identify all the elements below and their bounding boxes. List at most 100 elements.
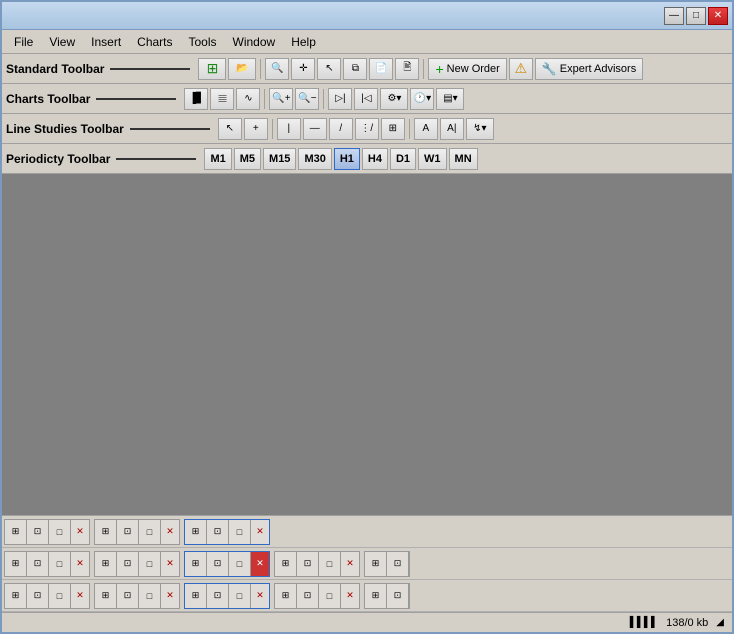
tab-icon-6c[interactable]: □: [229, 552, 251, 576]
tab-icon-6a[interactable]: ⊞: [185, 552, 207, 576]
tab-icon-3c[interactable]: □: [229, 520, 251, 544]
tab-icon-10b[interactable]: ⊡: [117, 584, 139, 608]
text-btn[interactable]: A: [414, 118, 438, 140]
tab-close-10[interactable]: ✕: [161, 584, 179, 608]
alert-btn[interactable]: ⚠: [509, 58, 533, 80]
label-btn[interactable]: A|: [440, 118, 464, 140]
period-m15[interactable]: M15: [263, 148, 296, 170]
tab-icon-1b[interactable]: ⊡: [27, 520, 49, 544]
tab-close-12[interactable]: ✕: [341, 584, 359, 608]
tab-icon-6b[interactable]: ⊡: [207, 552, 229, 576]
vline-btn[interactable]: |: [277, 118, 301, 140]
crosshair2-btn[interactable]: +: [244, 118, 268, 140]
period-m1[interactable]: M1: [204, 148, 231, 170]
tab-icon-13b[interactable]: ⊡: [387, 584, 409, 608]
grid-btn[interactable]: ⊞: [381, 118, 405, 140]
scroll-right-btn[interactable]: ▷|: [328, 88, 352, 110]
bar-chart-btn[interactable]: ▐▋: [184, 88, 208, 110]
close-button[interactable]: ✕: [708, 7, 728, 25]
period-h4[interactable]: H4: [362, 148, 388, 170]
tab-icon-11a[interactable]: ⊞: [185, 584, 207, 608]
tab-icon-10a[interactable]: ⊞: [95, 584, 117, 608]
tab-close-5[interactable]: ✕: [161, 552, 179, 576]
crosshair-btn[interactable]: ✛: [291, 58, 315, 80]
menu-tools[interactable]: Tools: [181, 33, 225, 51]
tab-icon-8a[interactable]: ⊞: [365, 552, 387, 576]
tab-icon-1c[interactable]: □: [49, 520, 71, 544]
tab-close-4[interactable]: ✕: [71, 552, 89, 576]
tab-icon-2c[interactable]: □: [139, 520, 161, 544]
menu-charts[interactable]: Charts: [129, 33, 180, 51]
tab-icon-9b[interactable]: ⊡: [27, 584, 49, 608]
tab-close-2[interactable]: ✕: [161, 520, 179, 544]
period-w1[interactable]: W1: [418, 148, 447, 170]
memory-indicator: ▌▌▌▌: [630, 617, 658, 628]
profile-btn[interactable]: 🖹: [395, 58, 419, 80]
menu-window[interactable]: Window: [225, 33, 284, 51]
tab-icon-4a[interactable]: ⊞: [5, 552, 27, 576]
menu-file[interactable]: File: [6, 33, 41, 51]
template-btn[interactable]: 📄: [369, 58, 393, 80]
chart-type-btn[interactable]: ▤▾: [436, 88, 464, 110]
zoom-out-btn[interactable]: 🔍−: [295, 88, 319, 110]
period-mn[interactable]: MN: [449, 148, 478, 170]
period-h1[interactable]: H1: [334, 148, 360, 170]
arrow-select-btn[interactable]: ↖: [218, 118, 242, 140]
period-m5[interactable]: M5: [234, 148, 261, 170]
tab-icon-7a[interactable]: ⊞: [275, 552, 297, 576]
tab-icon-1a[interactable]: ⊞: [5, 520, 27, 544]
maximize-button[interactable]: □: [686, 7, 706, 25]
tab-icon-12a[interactable]: ⊞: [275, 584, 297, 608]
period-m30[interactable]: M30: [298, 148, 331, 170]
zoom-in-btn[interactable]: 🔍+: [269, 88, 293, 110]
tab-icon-4b[interactable]: ⊡: [27, 552, 49, 576]
expert-advisors-button[interactable]: 🔧 Expert Advisors: [535, 58, 643, 80]
clock-btn[interactable]: 🕐▾: [410, 88, 434, 110]
tab-icon-4c[interactable]: □: [49, 552, 71, 576]
new-order-button[interactable]: + New Order: [428, 58, 506, 80]
tab-icon-3a[interactable]: ⊞: [185, 520, 207, 544]
chart-settings-btn[interactable]: ⚙▾: [380, 88, 408, 110]
tab-icon-11b[interactable]: ⊡: [207, 584, 229, 608]
tab-icon-12b[interactable]: ⊡: [297, 584, 319, 608]
trendline-btn[interactable]: /: [329, 118, 353, 140]
tab-icon-5b[interactable]: ⊡: [117, 552, 139, 576]
more-studies-btn[interactable]: ↯▾: [466, 118, 494, 140]
minimize-button[interactable]: —: [664, 7, 684, 25]
tab-close-3[interactable]: ✕: [251, 520, 269, 544]
tab-icon-8b[interactable]: ⊡: [387, 552, 409, 576]
menu-view[interactable]: View: [41, 33, 83, 51]
tab-icon-3b[interactable]: ⊡: [207, 520, 229, 544]
line-chart-btn[interactable]: ∿: [236, 88, 260, 110]
menu-help[interactable]: Help: [283, 33, 324, 51]
tab-icon-12c[interactable]: □: [319, 584, 341, 608]
tab-close-9[interactable]: ✕: [71, 584, 89, 608]
hline-btn[interactable]: —: [303, 118, 327, 140]
candle-chart-btn[interactable]: 𝄙: [210, 88, 234, 110]
scroll-left-btn[interactable]: |◁: [354, 88, 378, 110]
tab-close-7[interactable]: ✕: [341, 552, 359, 576]
cursor-btn[interactable]: ↖: [317, 58, 341, 80]
tab-icon-7b[interactable]: ⊡: [297, 552, 319, 576]
open-btn[interactable]: 📂: [228, 58, 256, 80]
period-d1[interactable]: D1: [390, 148, 416, 170]
tab-icon-5c[interactable]: □: [139, 552, 161, 576]
tab-icon-2b[interactable]: ⊡: [117, 520, 139, 544]
new-chart-btn[interactable]: ⊞: [198, 58, 226, 80]
tab-icon-9c[interactable]: □: [49, 584, 71, 608]
tab-icon-2a[interactable]: ⊞: [95, 520, 117, 544]
tab-close-11[interactable]: ✕: [251, 584, 269, 608]
chart-area[interactable]: [2, 174, 732, 515]
period-sep-btn[interactable]: ⧉: [343, 58, 367, 80]
tab-close-6[interactable]: ✕: [251, 552, 269, 576]
tab-icon-9a[interactable]: ⊞: [5, 584, 27, 608]
tab-close-1[interactable]: ✕: [71, 520, 89, 544]
chart-zoom-btn[interactable]: 🔍: [265, 58, 289, 80]
fib-btn[interactable]: ⋮/: [355, 118, 379, 140]
tab-icon-5a[interactable]: ⊞: [95, 552, 117, 576]
tab-icon-13a[interactable]: ⊞: [365, 584, 387, 608]
tab-icon-11c[interactable]: □: [229, 584, 251, 608]
tab-icon-10c[interactable]: □: [139, 584, 161, 608]
tab-icon-7c[interactable]: □: [319, 552, 341, 576]
menu-insert[interactable]: Insert: [83, 33, 129, 51]
